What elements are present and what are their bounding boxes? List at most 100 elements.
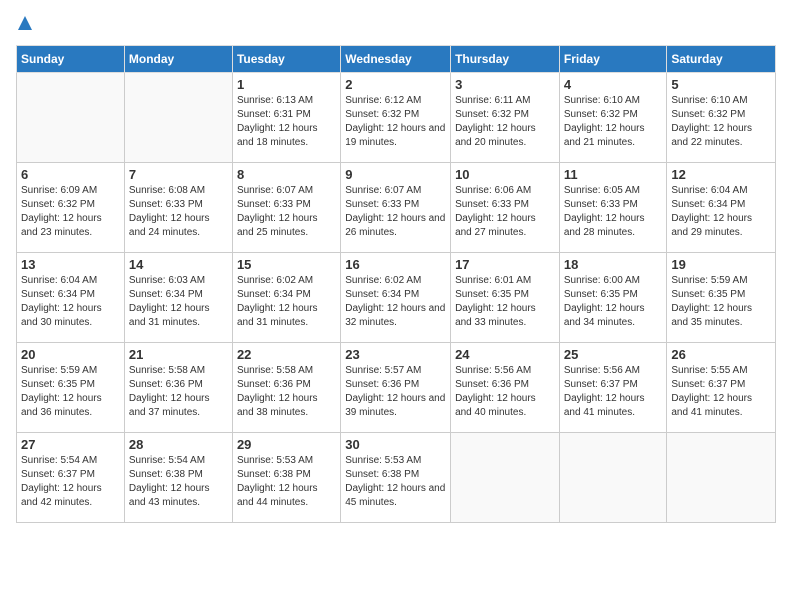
day-info: Sunrise: 5:53 AMSunset: 6:38 PMDaylight:…	[345, 454, 446, 510]
calendar-cell: 14Sunrise: 6:03 AMSunset: 6:34 PMDayligh…	[124, 252, 232, 342]
calendar-cell: 28 Sunrise: 5:54 AMSunset: 6:38 PMDayligh…	[124, 432, 232, 522]
calendar-cell: 8Sunrise: 6:07 AMSunset: 6:33 PMDaylight…	[232, 162, 340, 252]
day-number: 15	[237, 257, 336, 272]
day-info: Sunrise: 6:13 AMSunset: 6:31 PMDaylight:…	[237, 94, 336, 150]
day-number: 22	[237, 347, 336, 362]
day-number: 1	[237, 77, 336, 92]
calendar-cell: 15 Sunrise: 6:02 AMSunset: 6:34 PMDayligh…	[232, 252, 340, 342]
day-info: Sunrise: 5:56 AMSunset: 6:37 PMDaylight:…	[564, 364, 663, 420]
calendar-week-row: 13 Sunrise: 6:04 AMSunset: 6:34 PMDayligh…	[17, 252, 776, 342]
calendar-cell	[451, 432, 560, 522]
calendar-header-sunday: Sunday	[17, 45, 125, 72]
calendar-cell: 27 Sunrise: 5:54 AMSunset: 6:37 PMDayligh…	[17, 432, 125, 522]
day-number: 23	[345, 347, 446, 362]
day-info: Sunrise: 6:06 AMSunset: 6:33 PMDaylight:…	[455, 184, 555, 240]
day-number: 2	[345, 77, 446, 92]
calendar-header-row: SundayMondayTuesdayWednesdayThursdayFrid…	[17, 45, 776, 72]
calendar-cell: 16Sunrise: 6:02 AMSunset: 6:34 PMDayligh…	[341, 252, 451, 342]
day-info: Sunrise: 5:53 AMSunset: 6:38 PMDaylight:…	[237, 454, 336, 510]
day-info: Sunrise: 5:54 AMSunset: 6:37 PMDaylight:…	[21, 454, 120, 510]
day-number: 9	[345, 167, 446, 182]
day-info: Sunrise: 5:56 AMSunset: 6:36 PMDaylight:…	[455, 364, 555, 420]
day-number: 14	[129, 257, 228, 272]
day-info: Sunrise: 5:57 AMSunset: 6:36 PMDaylight:…	[345, 364, 446, 420]
page-header	[16, 16, 776, 37]
calendar-header-thursday: Thursday	[451, 45, 560, 72]
day-number: 5	[671, 77, 771, 92]
calendar-cell: 7 Sunrise: 6:08 AMSunset: 6:33 PMDaylight…	[124, 162, 232, 252]
calendar-cell: 10Sunrise: 6:06 AMSunset: 6:33 PMDayligh…	[451, 162, 560, 252]
day-info: Sunrise: 6:02 AMSunset: 6:34 PMDaylight:…	[237, 274, 336, 330]
day-number: 6	[21, 167, 120, 182]
day-number: 4	[564, 77, 663, 92]
day-info: Sunrise: 6:12 AMSunset: 6:32 PMDaylight:…	[345, 94, 446, 150]
calendar-cell: 19 Sunrise: 5:59 AMSunset: 6:35 PMDayligh…	[667, 252, 776, 342]
day-info: Sunrise: 6:08 AMSunset: 6:33 PMDaylight:…	[129, 184, 228, 240]
calendar-cell: 12 Sunrise: 6:04 AMSunset: 6:34 PMDayligh…	[667, 162, 776, 252]
day-number: 12	[671, 167, 771, 182]
logo	[16, 16, 32, 37]
calendar-table: SundayMondayTuesdayWednesdayThursdayFrid…	[16, 45, 776, 523]
calendar-cell: 23 Sunrise: 5:57 AMSunset: 6:36 PMDayligh…	[341, 342, 451, 432]
day-info: Sunrise: 6:00 AMSunset: 6:35 PMDaylight:…	[564, 274, 663, 330]
calendar-cell: 25 Sunrise: 5:56 AMSunset: 6:37 PMDayligh…	[559, 342, 667, 432]
calendar-cell: 18 Sunrise: 6:00 AMSunset: 6:35 PMDayligh…	[559, 252, 667, 342]
day-number: 11	[564, 167, 663, 182]
calendar-cell	[667, 432, 776, 522]
calendar-cell: 2 Sunrise: 6:12 AMSunset: 6:32 PMDaylight…	[341, 72, 451, 162]
calendar-cell	[559, 432, 667, 522]
day-number: 3	[455, 77, 555, 92]
day-number: 26	[671, 347, 771, 362]
day-number: 17	[455, 257, 555, 272]
day-number: 20	[21, 347, 120, 362]
day-number: 8	[237, 167, 336, 182]
day-info: Sunrise: 6:04 AMSunset: 6:34 PMDaylight:…	[21, 274, 120, 330]
calendar-cell: 17 Sunrise: 6:01 AMSunset: 6:35 PMDayligh…	[451, 252, 560, 342]
calendar-header-friday: Friday	[559, 45, 667, 72]
calendar-cell: 6Sunrise: 6:09 AMSunset: 6:32 PMDaylight…	[17, 162, 125, 252]
calendar-header-tuesday: Tuesday	[232, 45, 340, 72]
day-info: Sunrise: 6:10 AMSunset: 6:32 PMDaylight:…	[564, 94, 663, 150]
day-number: 28	[129, 437, 228, 452]
day-number: 19	[671, 257, 771, 272]
calendar-cell: 9 Sunrise: 6:07 AMSunset: 6:33 PMDaylight…	[341, 162, 451, 252]
calendar-week-row: 6Sunrise: 6:09 AMSunset: 6:32 PMDaylight…	[17, 162, 776, 252]
calendar-cell: 1 Sunrise: 6:13 AMSunset: 6:31 PMDaylight…	[232, 72, 340, 162]
day-number: 24	[455, 347, 555, 362]
day-info: Sunrise: 6:01 AMSunset: 6:35 PMDaylight:…	[455, 274, 555, 330]
calendar-cell: 11 Sunrise: 6:05 AMSunset: 6:33 PMDayligh…	[559, 162, 667, 252]
day-number: 13	[21, 257, 120, 272]
day-info: Sunrise: 6:07 AMSunset: 6:33 PMDaylight:…	[345, 184, 446, 240]
calendar-week-row: 27 Sunrise: 5:54 AMSunset: 6:37 PMDayligh…	[17, 432, 776, 522]
day-info: Sunrise: 5:59 AMSunset: 6:35 PMDaylight:…	[671, 274, 771, 330]
day-info: Sunrise: 5:54 AMSunset: 6:38 PMDaylight:…	[129, 454, 228, 510]
calendar-cell: 30Sunrise: 5:53 AMSunset: 6:38 PMDayligh…	[341, 432, 451, 522]
day-info: Sunrise: 5:58 AMSunset: 6:36 PMDaylight:…	[129, 364, 228, 420]
day-number: 27	[21, 437, 120, 452]
calendar-cell: 22 Sunrise: 5:58 AMSunset: 6:36 PMDayligh…	[232, 342, 340, 432]
calendar-cell	[124, 72, 232, 162]
calendar-cell: 4 Sunrise: 6:10 AMSunset: 6:32 PMDaylight…	[559, 72, 667, 162]
calendar-cell: 26Sunrise: 5:55 AMSunset: 6:37 PMDayligh…	[667, 342, 776, 432]
day-info: Sunrise: 5:58 AMSunset: 6:36 PMDaylight:…	[237, 364, 336, 420]
calendar-cell: 24 Sunrise: 5:56 AMSunset: 6:36 PMDayligh…	[451, 342, 560, 432]
calendar-cell: 20 Sunrise: 5:59 AMSunset: 6:35 PMDayligh…	[17, 342, 125, 432]
day-info: Sunrise: 6:11 AMSunset: 6:32 PMDaylight:…	[455, 94, 555, 150]
calendar-week-row: 20 Sunrise: 5:59 AMSunset: 6:35 PMDayligh…	[17, 342, 776, 432]
day-number: 18	[564, 257, 663, 272]
calendar-cell: 5 Sunrise: 6:10 AMSunset: 6:32 PMDaylight…	[667, 72, 776, 162]
day-info: Sunrise: 6:05 AMSunset: 6:33 PMDaylight:…	[564, 184, 663, 240]
day-info: Sunrise: 5:59 AMSunset: 6:35 PMDaylight:…	[21, 364, 120, 420]
day-number: 21	[129, 347, 228, 362]
day-number: 25	[564, 347, 663, 362]
calendar-cell: 21 Sunrise: 5:58 AMSunset: 6:36 PMDayligh…	[124, 342, 232, 432]
calendar-cell: 29Sunrise: 5:53 AMSunset: 6:38 PMDayligh…	[232, 432, 340, 522]
day-number: 7	[129, 167, 228, 182]
calendar-header-saturday: Saturday	[667, 45, 776, 72]
calendar-cell: 13 Sunrise: 6:04 AMSunset: 6:34 PMDayligh…	[17, 252, 125, 342]
calendar-header-wednesday: Wednesday	[341, 45, 451, 72]
day-info: Sunrise: 6:04 AMSunset: 6:34 PMDaylight:…	[671, 184, 771, 240]
calendar-cell	[17, 72, 125, 162]
calendar-header-monday: Monday	[124, 45, 232, 72]
day-info: Sunrise: 6:10 AMSunset: 6:32 PMDaylight:…	[671, 94, 771, 150]
